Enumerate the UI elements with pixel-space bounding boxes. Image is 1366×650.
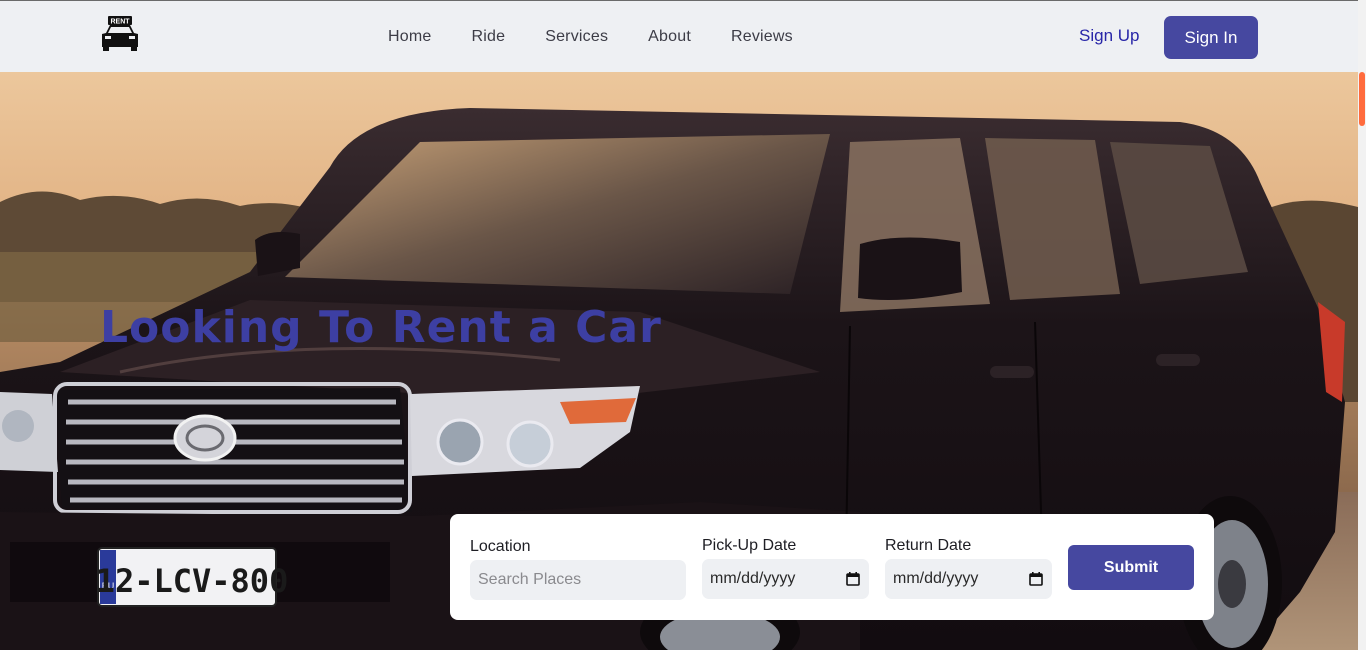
rent-car-icon[interactable]: RENT <box>98 15 142 53</box>
return-date-input[interactable]: mm/dd/yyyy <box>885 559 1052 599</box>
nav-reviews[interactable]: Reviews <box>731 28 793 46</box>
nav-ride[interactable]: Ride <box>471 28 505 46</box>
hero-headline: Looking To Rent a Car <box>100 302 662 353</box>
return-date-label: Return Date <box>885 537 972 554</box>
location-input[interactable]: Search Places <box>470 560 686 600</box>
sign-up-link[interactable]: Sign Up <box>1079 26 1139 46</box>
sign-in-button[interactable]: Sign In <box>1164 16 1258 59</box>
license-plate-text: 12-LCV-800 <box>96 562 289 600</box>
page-scrollbar[interactable] <box>1358 0 1366 650</box>
location-label: Location <box>470 538 531 555</box>
calendar-icon[interactable] <box>1029 572 1043 586</box>
calendar-icon[interactable] <box>846 572 860 586</box>
logo-text: RENT <box>110 19 130 26</box>
booking-form: Location Search Places Pick-Up Date mm/d… <box>450 514 1214 620</box>
scrollbar-thumb[interactable] <box>1359 72 1365 126</box>
submit-button[interactable]: Submit <box>1068 545 1194 590</box>
nav-home[interactable]: Home <box>388 28 431 46</box>
return-date-value: mm/dd/yyyy <box>893 570 979 587</box>
pickup-date-input[interactable]: mm/dd/yyyy <box>702 559 869 599</box>
nav-about[interactable]: About <box>648 28 691 46</box>
nav-services[interactable]: Services <box>545 28 608 46</box>
top-navbar: RENT Home Ride Services About Reviews Si… <box>0 0 1358 72</box>
pickup-date-label: Pick-Up Date <box>702 537 797 554</box>
main-nav: Home Ride Services About Reviews <box>368 1 813 73</box>
pickup-date-value: mm/dd/yyyy <box>710 570 796 587</box>
